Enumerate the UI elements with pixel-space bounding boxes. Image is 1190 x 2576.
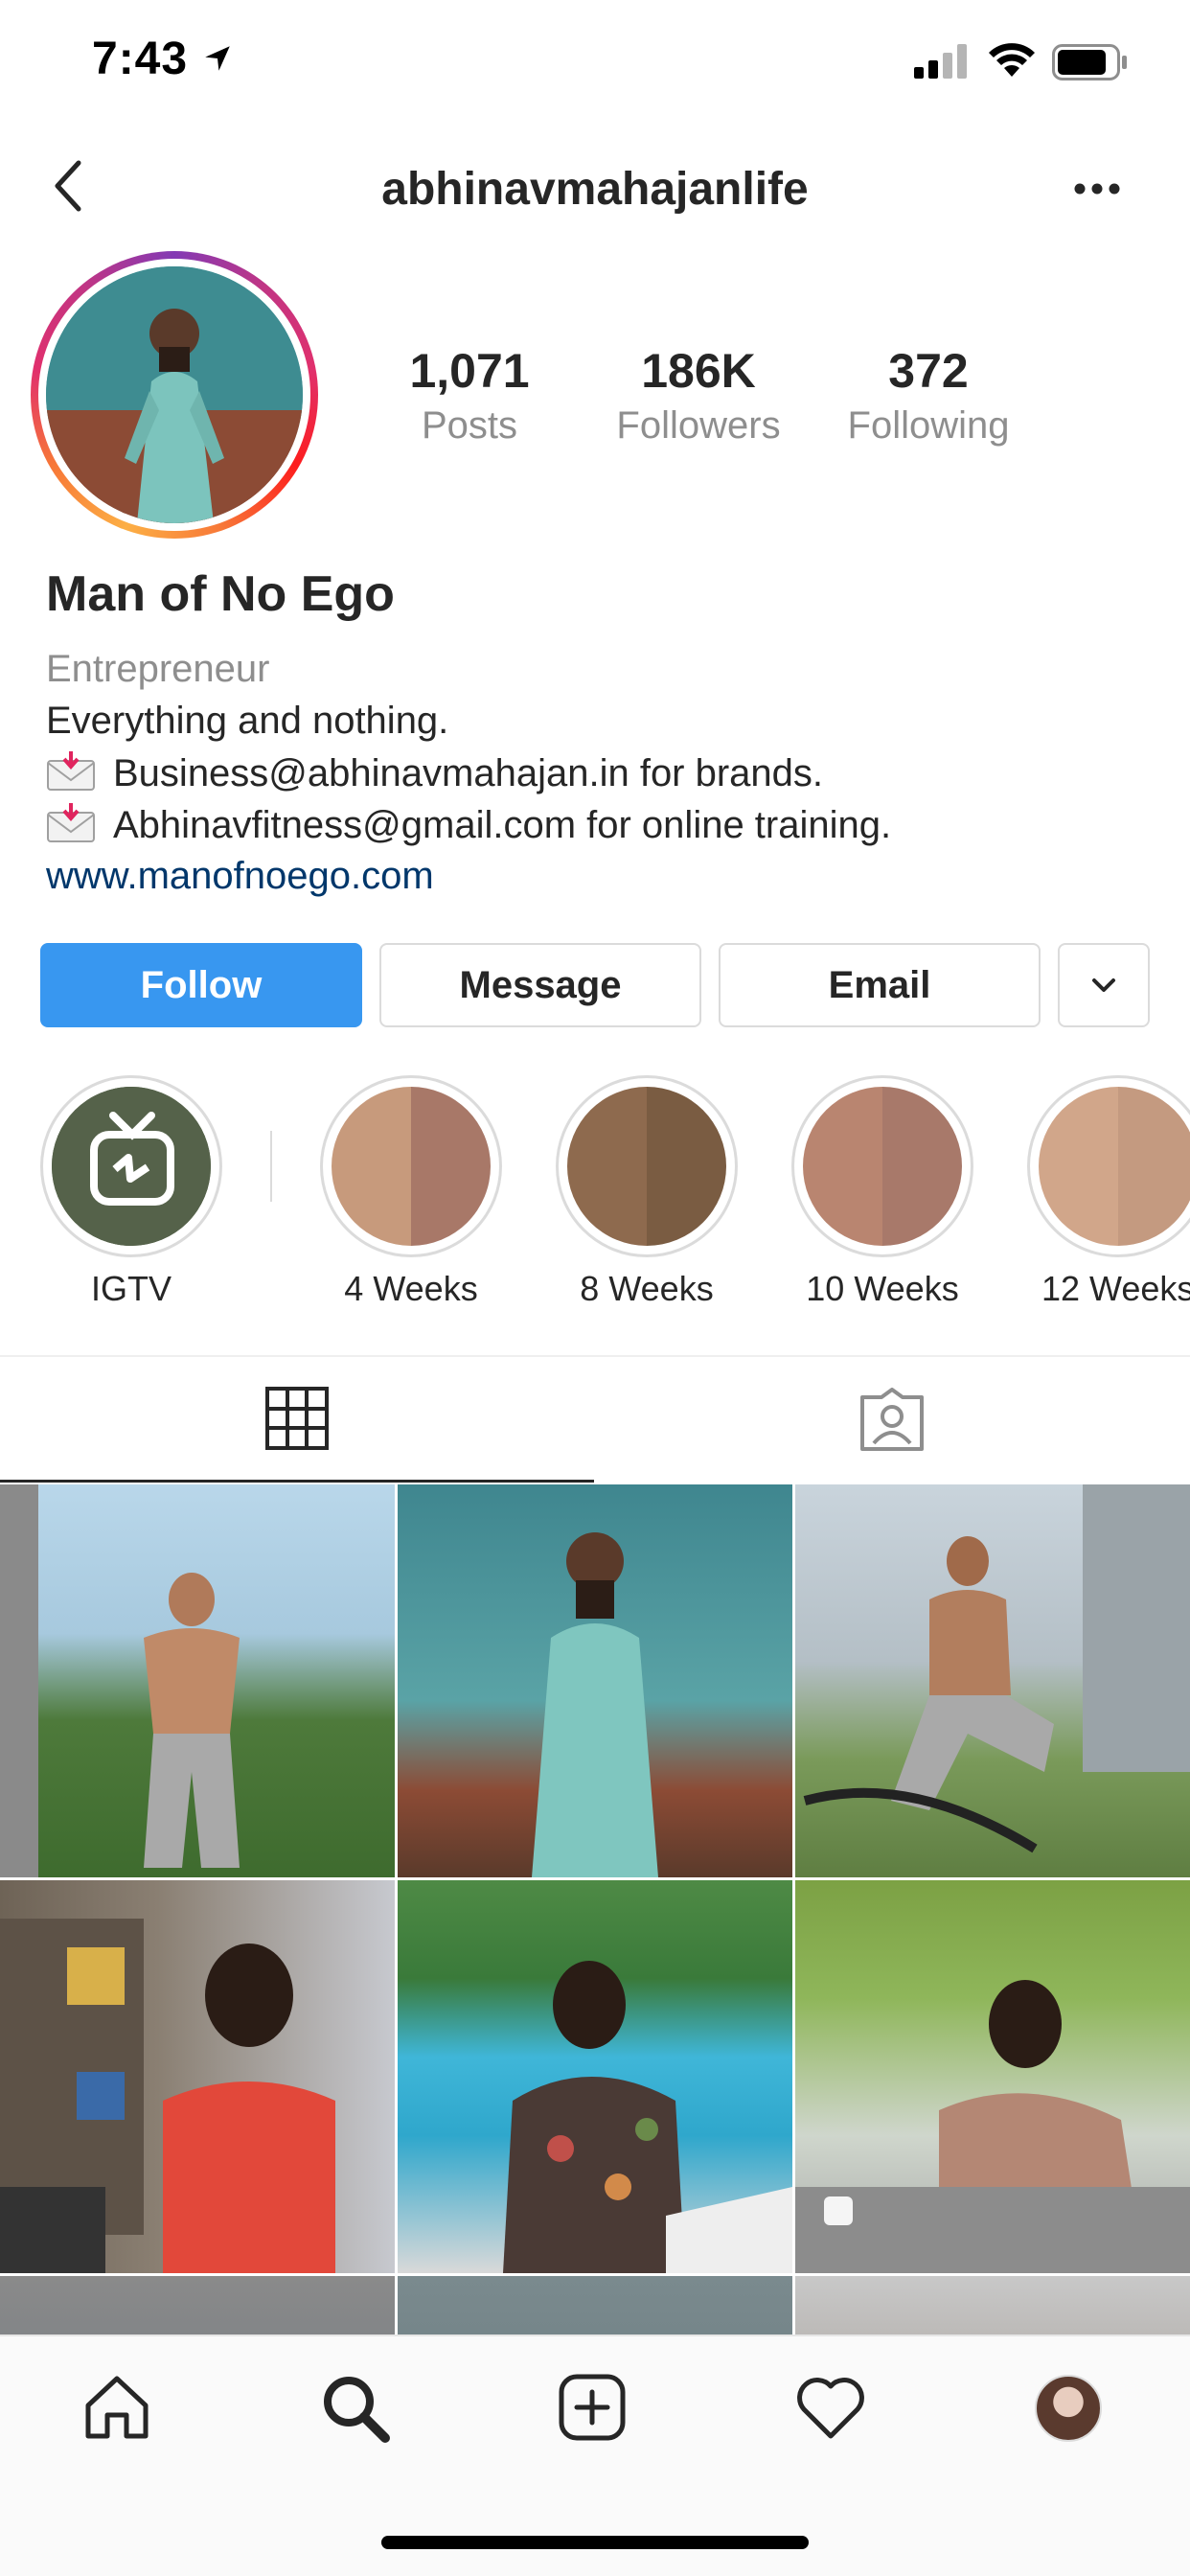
profile-username: abhinavmahajanlife bbox=[381, 164, 809, 215]
business-email-text: Business@abhinavmahajan.in for brands. bbox=[113, 752, 824, 794]
igtv-icon bbox=[52, 1087, 211, 1246]
post-thumbnail[interactable] bbox=[0, 1484, 395, 1877]
profile-avatar-icon[interactable] bbox=[1035, 2375, 1102, 2442]
followers-count: 186K bbox=[641, 344, 756, 398]
following-label: Following bbox=[847, 404, 1010, 447]
training-email-text: Abhinavfitness@gmail.com for online trai… bbox=[113, 804, 892, 846]
wifi-icon bbox=[989, 43, 1035, 77]
highlight-cover bbox=[332, 1087, 491, 1246]
highlight-cover bbox=[1039, 1087, 1190, 1246]
post-thumbnail[interactable] bbox=[398, 2276, 792, 2334]
more-options-icon[interactable] bbox=[1073, 182, 1121, 196]
incoming-envelope-icon bbox=[46, 803, 96, 843]
status-bar: 7:43 bbox=[0, 0, 1190, 134]
battery-icon bbox=[1052, 44, 1127, 80]
highlight-label: 10 Weeks bbox=[806, 1269, 959, 1308]
bio-training-email-line: Abhinavfitness@gmail.com for online trai… bbox=[46, 803, 891, 847]
post-thumbnail[interactable] bbox=[795, 1484, 1190, 1877]
tabs-divider bbox=[0, 1355, 1190, 1357]
highlight-cover bbox=[567, 1087, 726, 1246]
profile-full-name: Man of No Ego bbox=[46, 566, 395, 622]
posts-grid bbox=[0, 1484, 1190, 2334]
post-thumbnail[interactable] bbox=[0, 2276, 395, 2334]
highlight-10-weeks[interactable] bbox=[791, 1075, 973, 1257]
follow-button[interactable]: Follow bbox=[40, 943, 362, 1027]
highlight-label: 4 Weeks bbox=[344, 1269, 478, 1308]
activity-heart-icon[interactable] bbox=[795, 2375, 866, 2440]
posts-count: 1,071 bbox=[409, 344, 530, 398]
following-stat[interactable]: 372 Following bbox=[813, 343, 1043, 448]
highlight-8-weeks[interactable] bbox=[556, 1075, 738, 1257]
highlight-label: 12 Weeks bbox=[1041, 1269, 1190, 1308]
chevron-down-icon bbox=[1092, 978, 1115, 992]
posts-label: Posts bbox=[421, 404, 518, 447]
followers-label: Followers bbox=[616, 404, 781, 447]
grid-icon[interactable] bbox=[264, 1386, 330, 1451]
following-count: 372 bbox=[888, 344, 969, 398]
status-time: 7:43 bbox=[92, 34, 189, 84]
post-thumbnail[interactable] bbox=[795, 1880, 1190, 2273]
incoming-envelope-icon bbox=[46, 751, 96, 792]
message-button[interactable]: Message bbox=[379, 943, 701, 1027]
profile-website-link[interactable]: www.manofnoego.com bbox=[46, 855, 434, 898]
post-thumbnail[interactable] bbox=[398, 1484, 792, 1877]
highlights-separator bbox=[270, 1131, 272, 1202]
cellular-signal-icon bbox=[914, 44, 967, 79]
igtv-cover bbox=[52, 1087, 211, 1246]
post-thumbnail[interactable] bbox=[0, 1880, 395, 2273]
location-arrow-icon bbox=[205, 46, 230, 71]
highlight-igtv[interactable] bbox=[40, 1075, 222, 1257]
new-post-icon[interactable] bbox=[558, 2373, 627, 2442]
post-thumbnail[interactable] bbox=[795, 2276, 1190, 2334]
bio-business-email-line: Business@abhinavmahajan.in for brands. bbox=[46, 751, 823, 795]
active-tab-indicator bbox=[0, 1480, 594, 1483]
tagged-person-icon[interactable] bbox=[858, 1388, 926, 1453]
highlight-cover bbox=[803, 1087, 962, 1246]
suggested-accounts-button[interactable] bbox=[1058, 943, 1150, 1027]
profile-avatar[interactable] bbox=[46, 266, 303, 523]
highlight-label: IGTV bbox=[90, 1269, 172, 1308]
home-icon[interactable] bbox=[82, 2373, 151, 2442]
followers-stat[interactable]: 186K Followers bbox=[584, 343, 813, 448]
search-icon[interactable] bbox=[320, 2373, 391, 2444]
highlight-label: 8 Weeks bbox=[580, 1269, 714, 1308]
profile-category: Entrepreneur bbox=[46, 648, 270, 690]
post-thumbnail[interactable] bbox=[398, 1880, 792, 2273]
bio-line: Everything and nothing. bbox=[46, 700, 449, 742]
posts-stat: 1,071 Posts bbox=[355, 343, 584, 448]
home-indicator bbox=[381, 2536, 809, 2549]
highlight-4-weeks[interactable] bbox=[320, 1075, 502, 1257]
email-button[interactable]: Email bbox=[719, 943, 1041, 1027]
highlight-12-weeks[interactable] bbox=[1027, 1075, 1190, 1257]
